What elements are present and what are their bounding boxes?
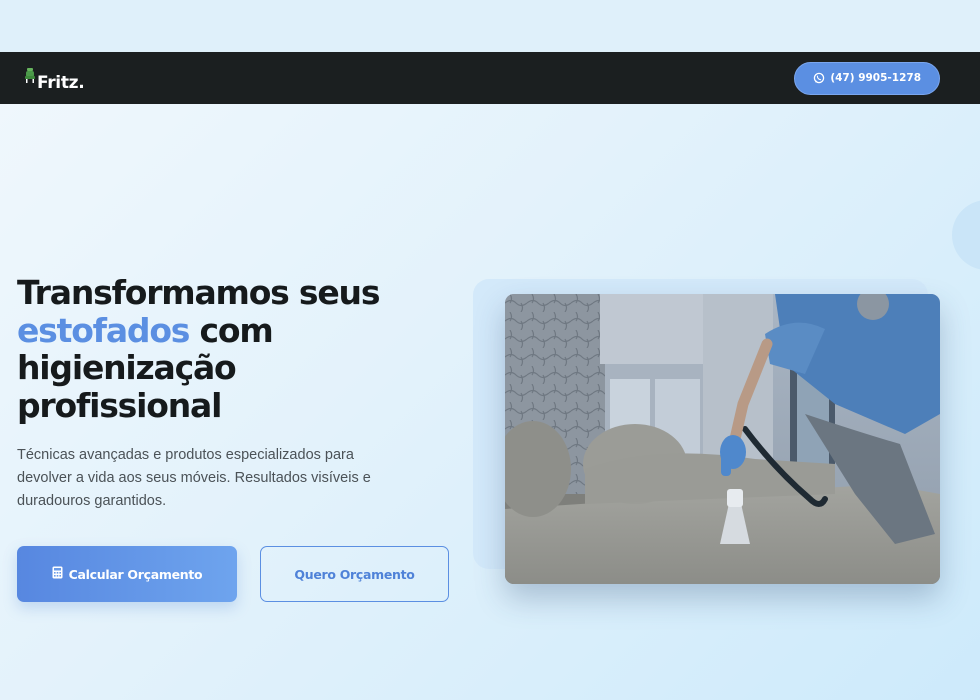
hero-title-line1: Transformamos seus (17, 273, 380, 312)
navbar: Fritz. (47) 9905-1278 (0, 52, 980, 104)
calculate-quote-label: Calcular Orçamento (68, 566, 203, 582)
calculator-icon (52, 566, 63, 582)
request-quote-label: Quero Orçamento (294, 566, 415, 582)
hero-title: Transformamos seus estofados com higieni… (17, 274, 457, 424)
hero-image-sofa-cleaning (505, 294, 940, 584)
calculate-quote-button[interactable]: Calcular Orçamento (17, 546, 237, 602)
hero-title-line3: higienização (17, 348, 237, 387)
hero-description: Técnicas avançadas e produtos especializ… (17, 447, 371, 509)
hero-title-after-accent: com (189, 310, 274, 350)
logo[interactable]: Fritz. (24, 63, 85, 93)
whatsapp-phone-button[interactable]: (47) 9905-1278 (794, 61, 940, 95)
armchair-mark-icon (24, 65, 36, 93)
hero-title-line4: profissional (17, 385, 222, 425)
hero-title-accent: estofados (17, 310, 190, 350)
decorative-circle (952, 200, 980, 270)
brand-name: Fritz. (37, 73, 85, 93)
request-quote-button[interactable]: Quero Orçamento (260, 546, 449, 602)
whatsapp-icon (813, 72, 825, 84)
top-strip (0, 0, 980, 52)
phone-number: (47) 9905-1278 (830, 72, 921, 84)
